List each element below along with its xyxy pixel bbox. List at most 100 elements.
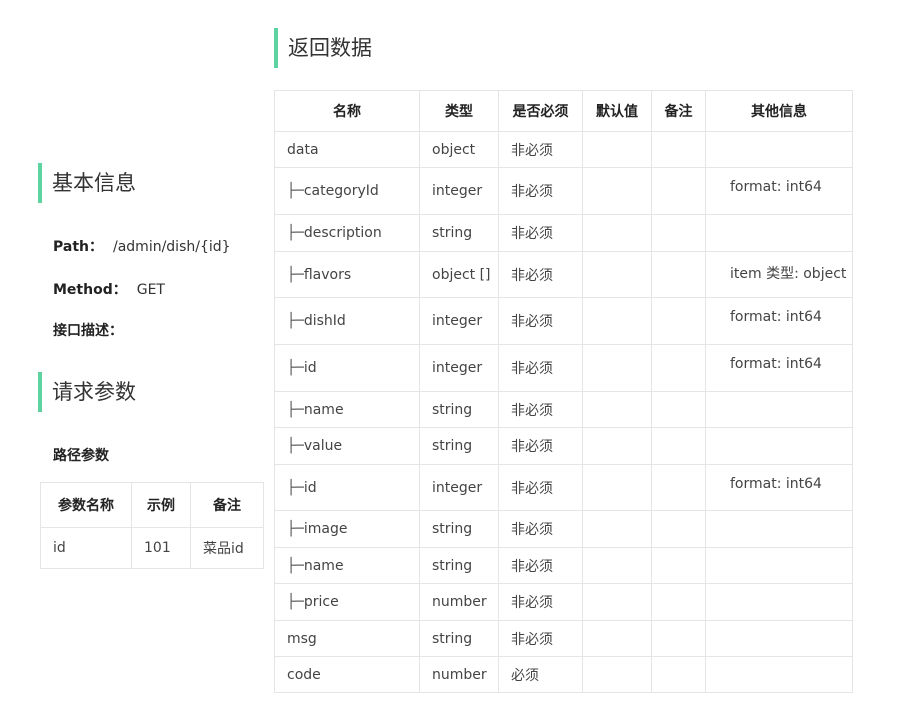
field-type-cell: string <box>419 427 499 465</box>
field-type-cell: string <box>419 620 499 657</box>
field-required-cell: 必须 <box>498 656 583 693</box>
column-header: 是否必须 <box>498 90 583 132</box>
field-note-cell <box>651 464 706 511</box>
field-default-cell <box>582 547 652 584</box>
tree-branch: ├─ <box>287 313 304 329</box>
path-params-table: 参数名称 示例 备注 id 101 菜品id <box>40 482 264 569</box>
param-name-cell: id <box>40 527 132 569</box>
table-row: ├─name string 非必须 <box>274 391 853 428</box>
field-name: image <box>303 521 348 537</box>
column-header: 备注 <box>651 90 706 132</box>
field-name-cell: ├─dishId <box>274 297 420 345</box>
column-header: 默认值 <box>582 90 652 132</box>
field-type-cell: integer <box>419 464 499 511</box>
field-required-cell: 非必须 <box>498 510 583 548</box>
field-note-cell <box>651 344 706 392</box>
field-default-cell <box>582 214 652 252</box>
table-header-row: 参数名称 示例 备注 <box>40 482 264 528</box>
table-row: ├─image string 非必须 <box>274 510 853 548</box>
field-type-cell: object [] <box>419 251 499 298</box>
field-required-cell: 非必须 <box>498 464 583 511</box>
field-note-cell <box>651 547 706 584</box>
field-name: flavors <box>303 266 352 283</box>
field-name-cell: code <box>274 656 420 693</box>
field-note-cell <box>651 297 706 345</box>
field-default-cell <box>582 656 652 693</box>
field-note-cell <box>651 131 706 168</box>
table-row: ├─name string 非必须 <box>274 547 853 584</box>
field-default-cell <box>582 251 652 298</box>
method-row: Method： GET <box>53 279 165 299</box>
field-note-cell <box>651 656 706 693</box>
field-name-cell: ├─flavors <box>274 251 420 298</box>
field-name-cell: ├─name <box>274 547 420 584</box>
field-default-cell <box>582 297 652 345</box>
field-note-cell <box>651 391 706 428</box>
tree-branch: ├─ <box>287 183 304 199</box>
field-name: dishId <box>303 313 346 329</box>
field-name: code <box>287 666 321 683</box>
field-name-cell: msg <box>274 620 420 657</box>
column-header: 示例 <box>131 482 191 528</box>
field-note-cell <box>651 427 706 465</box>
field-required-cell: 非必须 <box>498 620 583 657</box>
field-name: categoryId <box>303 183 379 199</box>
field-note-cell <box>651 620 706 657</box>
return-data-title: 返回数据 <box>274 28 372 68</box>
field-name: id <box>303 479 317 496</box>
field-required-cell: 非必须 <box>498 297 583 345</box>
field-other-info-cell: format: int64 <box>705 464 853 511</box>
tree-branch: ├─ <box>287 521 304 537</box>
table-row: ├─price number 非必须 <box>274 583 853 621</box>
field-other-info-cell <box>705 391 853 428</box>
path-row: Path： /admin/dish/{id} <box>53 236 231 256</box>
field-required-cell: 非必须 <box>498 427 583 465</box>
tree-branch: ├─ <box>287 360 304 376</box>
field-default-cell <box>582 583 652 621</box>
field-type-cell: integer <box>419 297 499 345</box>
field-name: value <box>303 438 343 454</box>
field-required-cell: 非必须 <box>498 391 583 428</box>
table-row: ├─id integer 非必须 format: int64 <box>274 464 853 511</box>
field-other-info-cell: format: int64 <box>705 344 853 392</box>
field-name-cell: ├─categoryId <box>274 167 420 215</box>
field-type-cell: number <box>419 656 499 693</box>
tree-branch: ├─ <box>287 557 304 574</box>
field-other-info-cell <box>705 510 853 548</box>
method-label: Method： <box>53 282 127 298</box>
field-type-cell: string <box>419 510 499 548</box>
table-row: data object 非必须 <box>274 131 853 168</box>
field-other-info-cell <box>705 620 853 657</box>
field-default-cell <box>582 131 652 168</box>
field-required-cell: 非必须 <box>498 167 583 215</box>
field-name-cell: ├─description <box>274 214 420 252</box>
field-required-cell: 非必须 <box>498 251 583 298</box>
field-default-cell <box>582 391 652 428</box>
field-name: msg <box>287 630 317 647</box>
field-default-cell <box>582 464 652 511</box>
field-other-info-cell <box>705 547 853 584</box>
path-label: Path： <box>53 239 103 255</box>
param-example-cell: 101 <box>131 527 191 569</box>
field-name-cell: ├─name <box>274 391 420 428</box>
field-note-cell <box>651 510 706 548</box>
tree-branch: ├─ <box>287 479 304 496</box>
path-params-heading: 路径参数 <box>53 448 109 464</box>
desc-label: 接口描述： <box>53 323 123 339</box>
field-type-cell: number <box>419 583 499 621</box>
field-type-cell: object <box>419 131 499 168</box>
field-name-cell: ├─id <box>274 464 420 511</box>
field-name-cell: ├─id <box>274 344 420 392</box>
field-other-info-cell <box>705 583 853 621</box>
table-row: ├─value string 非必须 <box>274 427 853 465</box>
column-header: 备注 <box>190 482 264 528</box>
desc-row: 接口描述： <box>53 320 123 340</box>
field-other-info-cell: format: int64 <box>705 297 853 345</box>
table-row: ├─description string 非必须 <box>274 214 853 252</box>
field-type-cell: integer <box>419 167 499 215</box>
field-note-cell <box>651 167 706 215</box>
field-name: name <box>303 557 344 574</box>
field-name-cell: ├─image <box>274 510 420 548</box>
table-row: ├─dishId integer 非必须 format: int64 <box>274 297 853 345</box>
table-row: code number 必须 <box>274 656 853 693</box>
